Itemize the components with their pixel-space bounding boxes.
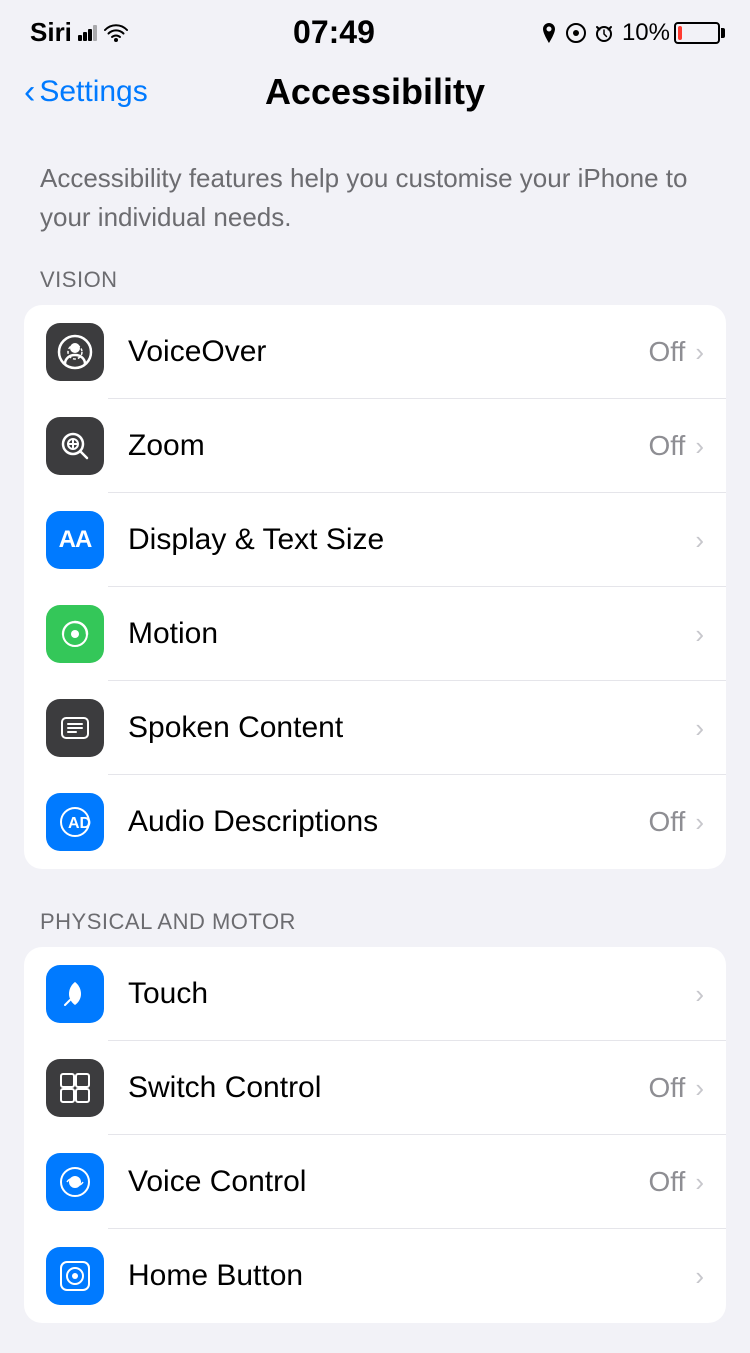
physical-motor-section-header: PHYSICAL AND MOTOR (0, 899, 750, 947)
voiceover-icon (46, 323, 104, 381)
motion-label: Motion (128, 617, 685, 651)
alarm-icon (594, 23, 614, 43)
home-button-icon (46, 1247, 104, 1305)
switch-control-label: Switch Control (128, 1071, 648, 1105)
svg-text:AD: AD (68, 815, 91, 832)
page-title: Accessibility (265, 71, 485, 113)
zoom-icon (46, 417, 104, 475)
home-button-label: Home Button (128, 1259, 685, 1293)
battery-percent-label: 10% (622, 19, 670, 47)
motion-icon (46, 605, 104, 663)
switch-control-item[interactable]: Switch Control Off › (24, 1041, 726, 1135)
voice-control-item[interactable]: Voice Control Off › (24, 1135, 726, 1229)
battery-icon (674, 22, 720, 44)
location-icon (540, 23, 558, 43)
audio-descriptions-label: Audio Descriptions (128, 805, 648, 839)
home-button-chevron-icon: › (695, 1261, 704, 1292)
voice-control-icon (46, 1153, 104, 1211)
switch-control-chevron-icon: › (695, 1073, 704, 1104)
at-icon (566, 23, 586, 43)
switch-control-value: Off (648, 1072, 685, 1104)
voiceover-value: Off (648, 336, 685, 368)
zoom-chevron-icon: › (695, 431, 704, 462)
audio-descriptions-item[interactable]: AD Audio Descriptions Off › (24, 775, 726, 869)
touch-chevron-icon: › (695, 979, 704, 1010)
audio-descriptions-icon: AD (46, 793, 104, 851)
carrier-label: Siri (30, 17, 72, 48)
battery-fill (678, 26, 682, 40)
voice-control-label: Voice Control (128, 1165, 648, 1199)
back-chevron-icon: ‹ (24, 75, 35, 109)
back-button[interactable]: ‹ Settings (24, 75, 148, 109)
wifi-icon (104, 24, 128, 42)
motion-item[interactable]: Motion › (24, 587, 726, 681)
switch-control-icon (46, 1059, 104, 1117)
touch-item[interactable]: Touch › (24, 947, 726, 1041)
zoom-value: Off (648, 430, 685, 462)
display-text-size-item[interactable]: AA Display & Text Size › (24, 493, 726, 587)
zoom-item[interactable]: Zoom Off › (24, 399, 726, 493)
physical-motor-section-list: Touch › Switch Control Off › (24, 947, 726, 1323)
status-right: 10% (540, 19, 720, 47)
spoken-content-label: Spoken Content (128, 711, 685, 745)
display-text-size-icon: AA (46, 511, 104, 569)
zoom-label: Zoom (128, 429, 648, 463)
audio-descriptions-value: Off (648, 806, 685, 838)
physical-motor-section: PHYSICAL AND MOTOR Touch › (0, 899, 750, 1353)
voice-control-chevron-icon: › (695, 1167, 704, 1198)
motion-chevron-icon: › (695, 619, 704, 650)
spoken-content-chevron-icon: › (695, 713, 704, 744)
voiceover-label: VoiceOver (128, 335, 648, 369)
touch-label: Touch (128, 977, 685, 1011)
status-bar: Siri 07:49 10% (0, 0, 750, 61)
spoken-content-item[interactable]: Spoken Content › (24, 681, 726, 775)
display-text-size-chevron-icon: › (695, 525, 704, 556)
voiceover-item[interactable]: VoiceOver Off › (24, 305, 726, 399)
vision-section: VISION VoiceOver Off › (0, 257, 750, 899)
home-button-item[interactable]: Home Button › (24, 1229, 726, 1323)
voice-control-value: Off (648, 1166, 685, 1198)
touch-icon (46, 965, 104, 1023)
spoken-content-icon (46, 699, 104, 757)
audio-descriptions-chevron-icon: › (695, 807, 704, 838)
signal-icon (78, 25, 98, 41)
back-label[interactable]: Settings (39, 75, 147, 109)
vision-section-list: VoiceOver Off › Zoom Off › AA (24, 305, 726, 869)
vision-section-header: VISION (0, 257, 750, 305)
status-left: Siri (30, 17, 128, 48)
accessibility-description: Accessibility features help you customis… (0, 129, 750, 257)
display-text-size-label: Display & Text Size (128, 523, 685, 557)
nav-bar: ‹ Settings Accessibility (0, 61, 750, 129)
status-time: 07:49 (293, 14, 375, 51)
voiceover-chevron-icon: › (695, 337, 704, 368)
battery-container: 10% (622, 19, 720, 47)
